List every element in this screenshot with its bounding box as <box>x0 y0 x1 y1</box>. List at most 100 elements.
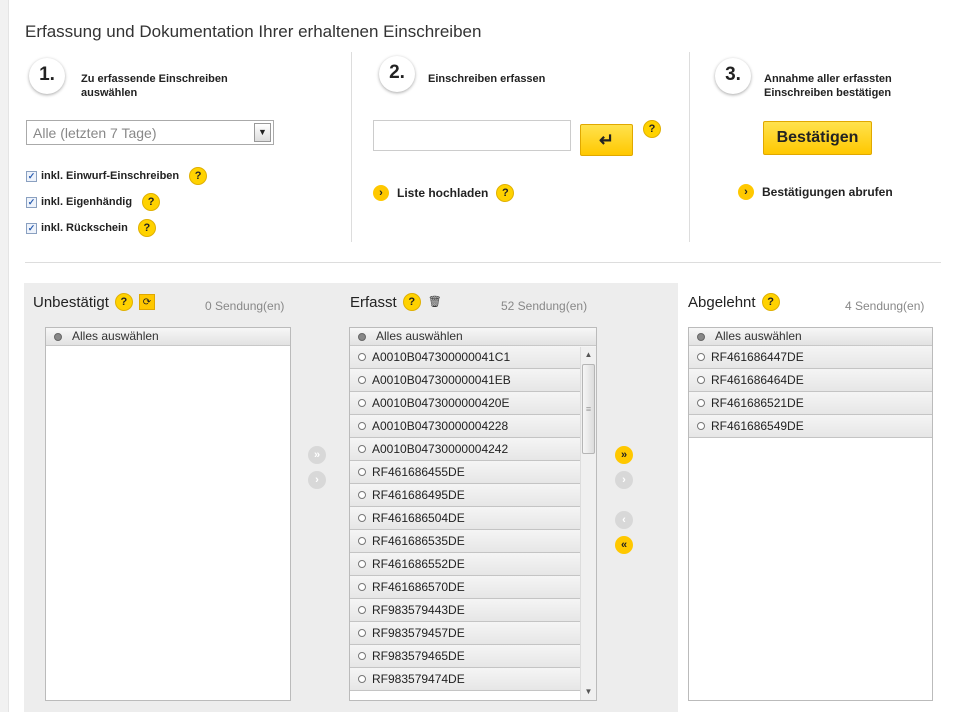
checkbox-icon[interactable]: ✓ <box>26 170 37 182</box>
radio-icon[interactable] <box>358 491 366 499</box>
list-item-label: RF461686535DE <box>372 534 465 548</box>
divider <box>25 262 941 263</box>
help-icon[interactable]: ? <box>137 219 156 237</box>
trash-icon[interactable]: 🗑 <box>427 294 443 310</box>
scroll-down-icon[interactable]: ▼ <box>581 684 596 700</box>
radio-icon[interactable] <box>358 537 366 545</box>
help-icon[interactable]: ? <box>496 184 515 202</box>
list-item-label: RF461686570DE <box>372 580 465 594</box>
list-item[interactable]: RF461686455DE <box>350 461 596 484</box>
select-all-icon[interactable] <box>697 332 705 341</box>
refresh-icon[interactable]: ⟳ <box>138 294 155 310</box>
checkbox-einwurf[interactable]: ✓ inkl. Einwurf-Einschreiben ? <box>26 167 208 185</box>
page-title: Erfassung und Dokumentation Ihrer erhalt… <box>25 22 482 41</box>
list-item[interactable]: RF461686495DE <box>350 484 596 507</box>
help-icon[interactable]: ? <box>643 120 661 138</box>
enter-icon: ↵ <box>598 130 615 150</box>
move-all-right-icon[interactable]: » <box>615 446 633 464</box>
radio-icon[interactable] <box>358 376 366 384</box>
move-one-left-disabled-icon[interactable]: ‹ <box>615 511 633 529</box>
list-item[interactable]: A0010B047300000041C1 <box>350 346 596 369</box>
radio-icon[interactable] <box>358 583 366 591</box>
radio-icon[interactable] <box>358 445 366 453</box>
chevron-right-icon: › <box>738 184 754 200</box>
step-2-title: Einschreiben erfassen <box>428 73 546 85</box>
radio-icon[interactable] <box>358 514 366 522</box>
list-item[interactable]: RF461686521DE <box>689 392 932 415</box>
rejected-list[interactable]: Alles auswählen RF461686447DE RF461686464… <box>688 327 933 701</box>
list-item-label: A0010B04730000004228 <box>372 419 509 433</box>
list-item[interactable]: A0010B04730000004228 <box>350 415 596 438</box>
scroll-up-icon[interactable]: ▲ <box>581 347 596 363</box>
list-item[interactable]: RF461686552DE <box>350 553 596 576</box>
confirmations-label: Bestätigungen abrufen <box>762 185 893 199</box>
list-item-label: A0010B047300000041C1 <box>372 350 511 364</box>
list-item[interactable]: RF461686570DE <box>350 576 596 599</box>
unconfirmed-list[interactable]: Alles auswählen <box>45 327 291 701</box>
confirm-button[interactable]: Bestätigen <box>763 121 872 155</box>
radio-icon[interactable] <box>358 560 366 568</box>
scrollbar[interactable]: ▲ ≡ ▼ <box>580 347 596 700</box>
select-all-icon[interactable] <box>54 332 62 341</box>
radio-icon[interactable] <box>358 399 366 407</box>
radio-icon[interactable] <box>358 468 366 476</box>
radio-icon[interactable] <box>358 353 366 361</box>
captured-header: Erfasst ? 🗑 <box>350 293 443 311</box>
list-item[interactable]: RF461686504DE <box>350 507 596 530</box>
help-icon[interactable]: ? <box>189 167 208 185</box>
radio-icon[interactable] <box>358 606 366 614</box>
move-all-left-icon[interactable]: « <box>615 536 633 554</box>
list-item[interactable]: A0010B047300000041EB <box>350 369 596 392</box>
step-1-number: 1. <box>29 58 65 94</box>
checkbox-rueckschein[interactable]: ✓ inkl. Rückschein ? <box>26 219 156 237</box>
upload-list-link[interactable]: › Liste hochladen ? <box>373 184 515 202</box>
list-item-label: RF461686464DE <box>711 373 804 387</box>
tracking-number-input[interactable] <box>373 120 571 151</box>
list-item[interactable]: RF983579443DE <box>350 599 596 622</box>
checkbox-icon[interactable]: ✓ <box>26 222 37 234</box>
checkbox-icon[interactable]: ✓ <box>26 196 37 208</box>
help-icon[interactable]: ? <box>114 293 133 311</box>
help-icon[interactable]: ? <box>142 193 161 211</box>
upload-list-label: Liste hochladen <box>397 186 489 200</box>
move-one-right-disabled-icon[interactable]: › <box>308 471 326 489</box>
list-item-label: RF983579465DE <box>372 649 465 663</box>
list-item-label: RF461686495DE <box>372 488 465 502</box>
captured-list[interactable]: Alles auswählen A0010B047300000041C1 A001… <box>349 327 597 701</box>
radio-icon[interactable] <box>358 629 366 637</box>
help-icon[interactable]: ? <box>761 293 780 311</box>
scroll-thumb[interactable]: ≡ <box>582 364 595 454</box>
select-all-icon[interactable] <box>358 332 366 341</box>
select-all-row[interactable]: Alles auswählen <box>46 328 290 346</box>
step-1-title: Zu erfassende Einschreiben auswählen <box>81 73 228 99</box>
list-item[interactable]: RF461686464DE <box>689 369 932 392</box>
radio-icon[interactable] <box>358 652 366 660</box>
list-item-label: A0010B0473000000420E <box>372 396 510 410</box>
radio-icon[interactable] <box>697 399 705 407</box>
radio-icon[interactable] <box>697 422 705 430</box>
list-item[interactable]: RF983579474DE <box>350 668 596 691</box>
confirmations-link[interactable]: › Bestätigungen abrufen <box>738 184 893 200</box>
move-one-right-disabled-icon[interactable]: › <box>615 471 633 489</box>
radio-icon[interactable] <box>358 422 366 430</box>
chevron-right-icon: › <box>373 185 389 201</box>
list-item[interactable]: A0010B04730000004242 <box>350 438 596 461</box>
list-item[interactable]: RF461686549DE <box>689 415 932 438</box>
radio-icon[interactable] <box>358 675 366 683</box>
list-item[interactable]: RF461686447DE <box>689 346 932 369</box>
help-icon[interactable]: ? <box>402 293 421 311</box>
time-range-select[interactable]: Alle (letzten 7 Tage) ▼ <box>26 120 274 145</box>
radio-icon[interactable] <box>697 353 705 361</box>
select-all-row[interactable]: Alles auswählen <box>350 328 596 346</box>
select-all-label: Alles auswählen <box>72 329 159 343</box>
enter-button[interactable]: ↵ <box>580 124 633 156</box>
list-item[interactable]: RF983579457DE <box>350 622 596 645</box>
list-item[interactable]: RF983579465DE <box>350 645 596 668</box>
radio-icon[interactable] <box>697 376 705 384</box>
list-item[interactable]: RF461686535DE <box>350 530 596 553</box>
chevron-down-icon[interactable]: ▼ <box>254 123 271 142</box>
checkbox-eigenhaendig[interactable]: ✓ inkl. Eigenhändig ? <box>26 193 161 211</box>
select-all-row[interactable]: Alles auswählen <box>689 328 932 346</box>
list-item[interactable]: A0010B0473000000420E <box>350 392 596 415</box>
move-all-right-disabled-icon[interactable]: » <box>308 446 326 464</box>
